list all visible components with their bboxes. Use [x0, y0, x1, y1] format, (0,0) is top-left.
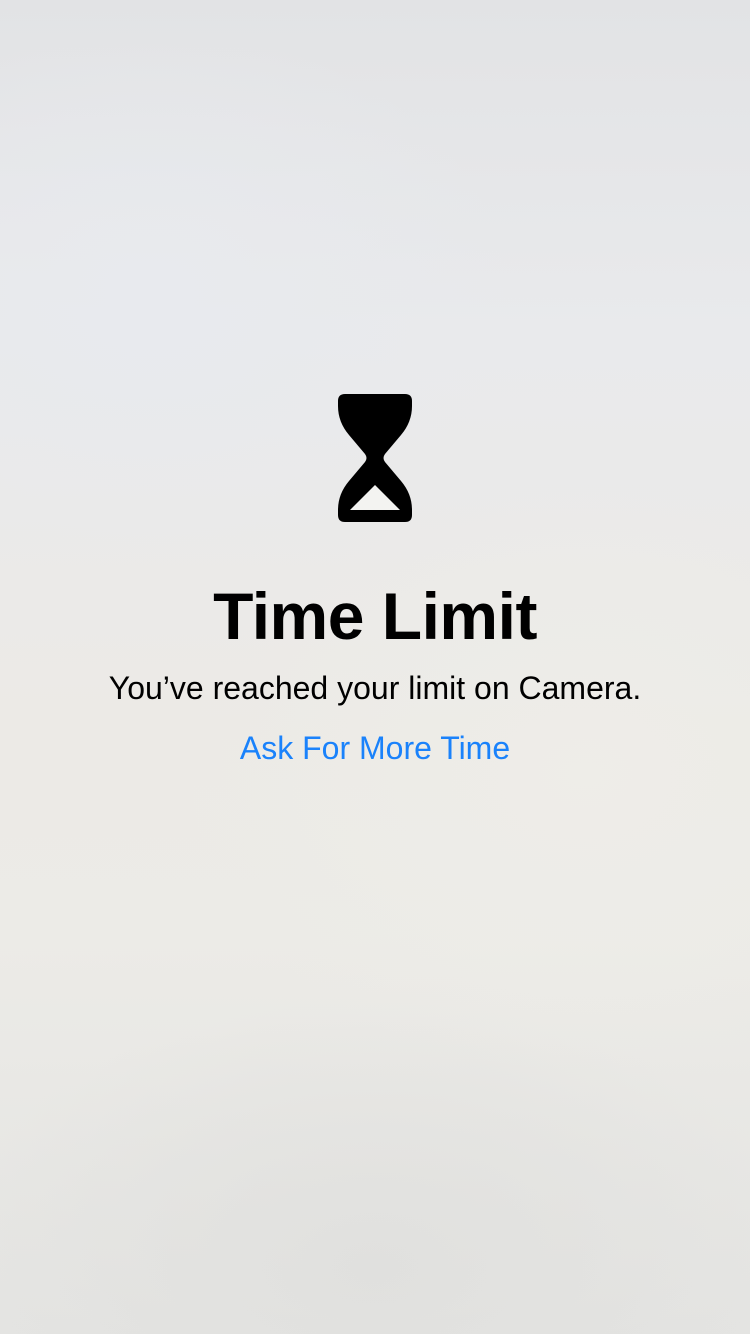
- page-title: Time Limit: [213, 579, 537, 653]
- ask-for-more-time-button[interactable]: Ask For More Time: [175, 726, 575, 770]
- limit-message: You’ve reached your limit on Camera.: [108, 670, 642, 706]
- hourglass-icon: [336, 392, 414, 524]
- time-limit-screen: Time Limit You’ve reached your limit on …: [0, 0, 750, 1334]
